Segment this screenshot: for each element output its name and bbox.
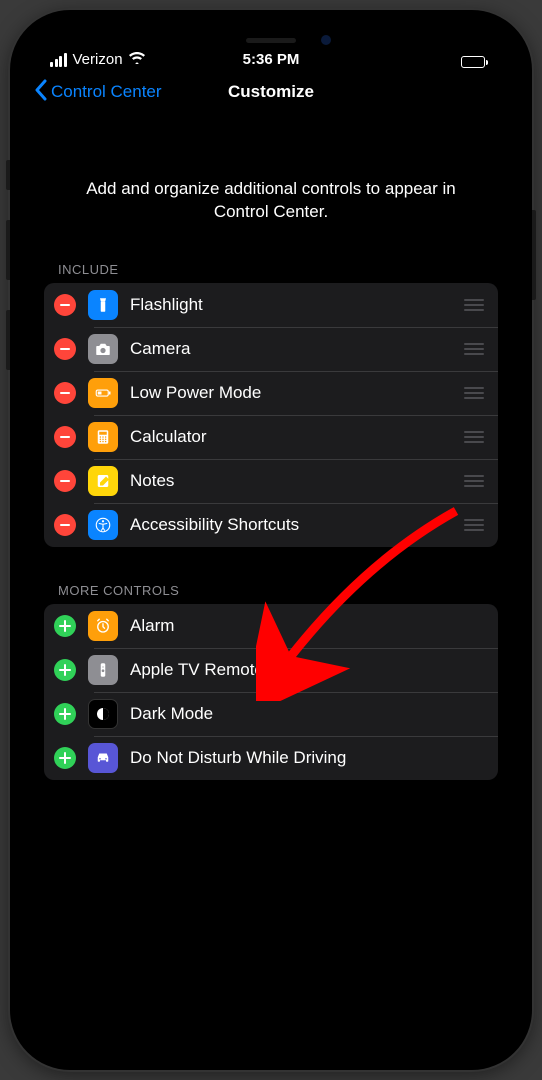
back-button[interactable]: Control Center: [34, 79, 162, 106]
signal-icon: [50, 53, 67, 67]
list-item-calculator[interactable]: Calculator: [44, 415, 498, 459]
more-header: MORE CONTROLS: [44, 577, 498, 604]
remove-button[interactable]: [54, 426, 76, 448]
remove-button[interactable]: [54, 382, 76, 404]
wifi-icon: [129, 51, 145, 68]
notch: [171, 26, 371, 54]
list-item-dnd-driving[interactable]: Do Not Disturb While Driving: [44, 736, 498, 780]
row-label: Do Not Disturb While Driving: [130, 748, 484, 768]
row-label: Camera: [130, 339, 452, 359]
battery-icon: [461, 56, 488, 68]
notes-icon: [88, 466, 118, 496]
add-button[interactable]: [54, 615, 76, 637]
nav-bar: Control Center Customize: [26, 70, 516, 114]
list-item-flashlight[interactable]: Flashlight: [44, 283, 498, 327]
car-icon: [88, 743, 118, 773]
list-item-camera[interactable]: Camera: [44, 327, 498, 371]
list-item-notes[interactable]: Notes: [44, 459, 498, 503]
list-item-alarm[interactable]: Alarm: [44, 604, 498, 648]
chevron-left-icon: [34, 79, 47, 106]
phone-frame: Verizon 5:36 PM Control Center Custo: [10, 10, 532, 1070]
remove-button[interactable]: [54, 514, 76, 536]
back-label: Control Center: [51, 82, 162, 102]
list-item-accessibility[interactable]: Accessibility Shortcuts: [44, 503, 498, 547]
carrier-label: Verizon: [73, 51, 123, 68]
drag-handle-icon[interactable]: [464, 431, 484, 443]
list-item-darkmode[interactable]: Dark Mode: [44, 692, 498, 736]
list-item-lowpower[interactable]: Low Power Mode: [44, 371, 498, 415]
page-title: Customize: [228, 82, 314, 102]
remote-icon: [88, 655, 118, 685]
row-label: Flashlight: [130, 295, 452, 315]
calculator-icon: [88, 422, 118, 452]
more-list: Alarm Apple TV Remote: [44, 604, 498, 780]
accessibility-icon: [88, 510, 118, 540]
row-label: Accessibility Shortcuts: [130, 515, 452, 535]
row-label: Notes: [130, 471, 452, 491]
row-label: Dark Mode: [130, 704, 484, 724]
screen: Verizon 5:36 PM Control Center Custo: [26, 26, 516, 1054]
drag-handle-icon[interactable]: [464, 475, 484, 487]
row-label: Calculator: [130, 427, 452, 447]
remove-button[interactable]: [54, 470, 76, 492]
battery-icon: [88, 378, 118, 408]
darkmode-icon: [88, 699, 118, 729]
list-item-appletv[interactable]: Apple TV Remote: [44, 648, 498, 692]
remove-button[interactable]: [54, 294, 76, 316]
drag-handle-icon[interactable]: [464, 343, 484, 355]
include-header: INCLUDE: [44, 256, 498, 283]
row-label: Apple TV Remote: [130, 660, 484, 680]
drag-handle-icon[interactable]: [464, 299, 484, 311]
add-button[interactable]: [54, 703, 76, 725]
add-button[interactable]: [54, 659, 76, 681]
alarm-icon: [88, 611, 118, 641]
drag-handle-icon[interactable]: [464, 519, 484, 531]
remove-button[interactable]: [54, 338, 76, 360]
include-list: Flashlight Camera Low Power Mo: [44, 283, 498, 547]
description-text: Add and organize additional controls to …: [44, 114, 498, 256]
drag-handle-icon[interactable]: [464, 387, 484, 399]
flashlight-icon: [88, 290, 118, 320]
add-button[interactable]: [54, 747, 76, 769]
row-label: Alarm: [130, 616, 484, 636]
camera-icon: [88, 334, 118, 364]
row-label: Low Power Mode: [130, 383, 452, 403]
